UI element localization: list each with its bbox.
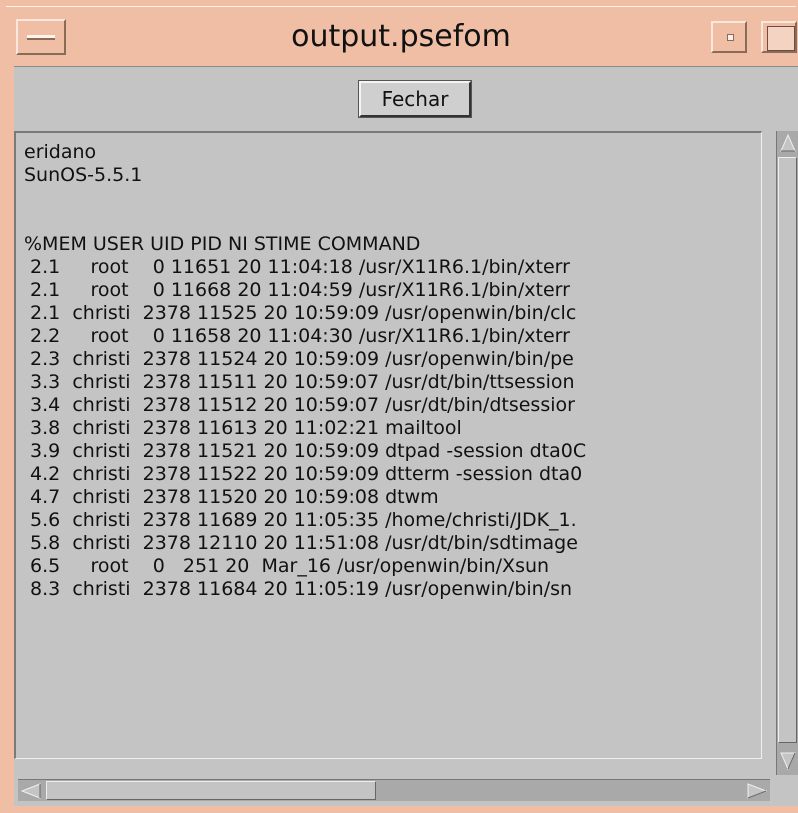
output-line: %MEM USER UID PID NI STIME COMMAND: [24, 233, 421, 255]
maximize-icon: [767, 26, 795, 51]
arrow-left-icon[interactable]: [20, 782, 42, 800]
minimize-button[interactable]: [711, 21, 747, 53]
horizontal-scrollbar[interactable]: [18, 779, 770, 801]
window-title: output.psefom: [291, 19, 511, 54]
output-line: 4.7 christi 2378 11520 20 10:59:08 dtwm: [24, 486, 439, 508]
minimize-icon: [727, 34, 734, 41]
arrow-right-icon[interactable]: [746, 782, 768, 800]
window-menu-button[interactable]: [16, 19, 66, 55]
output-line: 5.6 christi 2378 11689 20 11:05:35 /home…: [24, 509, 577, 531]
output-line: 2.1 root 0 11668 20 11:04:59 /usr/X11R6.…: [24, 279, 570, 301]
close-button[interactable]: Fechar: [358, 80, 472, 118]
output-line: 2.2 root 0 11658 20 11:04:30 /usr/X11R6.…: [24, 325, 570, 347]
output-line: eridano: [24, 141, 97, 163]
output-line: 8.3 christi 2378 11684 20 11:05:19 /usr/…: [24, 578, 573, 600]
app-window: output.psefom Fechar eridano SunOS-5.5.1%…: [0, 0, 798, 813]
output-line: 4.2 christi 2378 11522 20 10:59:09 dtter…: [24, 463, 583, 485]
output-line: 3.3 christi 2378 11511 20 10:59:07 /usr/…: [24, 371, 575, 393]
output-line: 2.1 root 0 11651 20 11:04:18 /usr/X11R6.…: [24, 256, 570, 278]
horizontal-scroll-thumb[interactable]: [46, 781, 376, 800]
output-line: 2.1 christi 2378 11525 20 10:59:09 /usr/…: [24, 302, 577, 324]
output-line: 6.5 root 0 251 20 Mar_16 /usr/openwin/bi…: [24, 555, 550, 577]
output-line: 3.9 christi 2378 11521 20 10:59:09 dtpad…: [24, 440, 587, 462]
arrow-up-icon[interactable]: [779, 133, 797, 153]
scrollbar-corner: [776, 779, 798, 801]
output-line: 3.4 christi 2378 11512 20 10:59:07 /usr/…: [24, 394, 575, 416]
maximize-button[interactable]: [761, 21, 797, 53]
output-line: 3.8 christi 2378 11613 20 11:02:21 mailt…: [24, 417, 462, 439]
output-line: 5.8 christi 2378 12110 20 11:51:08 /usr/…: [24, 532, 578, 554]
output-text: eridano SunOS-5.5.1 %MEM USER UID PID NI S…: [24, 141, 759, 601]
output-text-area[interactable]: eridano SunOS-5.5.1 %MEM USER UID PID NI S…: [14, 131, 762, 759]
vertical-scrollbar[interactable]: [776, 131, 798, 775]
window-menu-icon: [27, 35, 55, 40]
client-area: Fechar eridano SunOS-5.5.1 %MEM USER UID P…: [14, 66, 798, 806]
title-bar[interactable]: output.psefom: [6, 6, 797, 64]
arrow-down-icon[interactable]: [779, 751, 797, 771]
output-line: 2.3 christi 2378 11524 20 10:59:09 /usr/…: [24, 348, 574, 370]
vertical-scroll-thumb[interactable]: [778, 157, 797, 743]
output-line: SunOS-5.5.1: [24, 164, 143, 186]
